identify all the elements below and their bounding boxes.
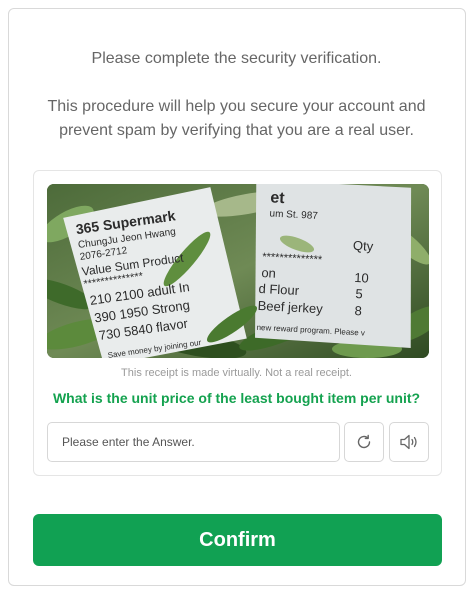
receipt-photo: 365 Supermark ChungJu Jeon Hwang 2076-27… [47, 184, 429, 358]
instruction-line-2: prevent spam by verifying that you are a… [59, 122, 414, 139]
audio-button[interactable] [389, 422, 429, 462]
receipt-right-qty-3: 8 [354, 303, 362, 318]
refresh-button[interactable] [344, 422, 384, 462]
receipt-right-qty-2: 5 [355, 286, 363, 301]
receipt-right-qty: Qty [353, 238, 374, 254]
captcha-question: What is the unit price of the least boug… [52, 390, 421, 406]
speaker-icon [400, 434, 417, 450]
refresh-icon [357, 434, 371, 449]
instruction-line-1: This procedure will help you secure your… [47, 98, 426, 115]
receipt-right-top: et [270, 189, 286, 207]
receipt-right-item-2: d Flour [258, 281, 300, 298]
receipt-disclaimer: This receipt is made virtually. Not a re… [121, 367, 352, 379]
instruction-title: Please complete the security verificatio… [91, 50, 382, 67]
receipt-right-qty-1: 10 [354, 270, 369, 286]
receipt-right-item-1: on [261, 265, 276, 281]
confirm-button[interactable]: Confirm [33, 514, 442, 566]
answer-input[interactable] [47, 422, 340, 462]
